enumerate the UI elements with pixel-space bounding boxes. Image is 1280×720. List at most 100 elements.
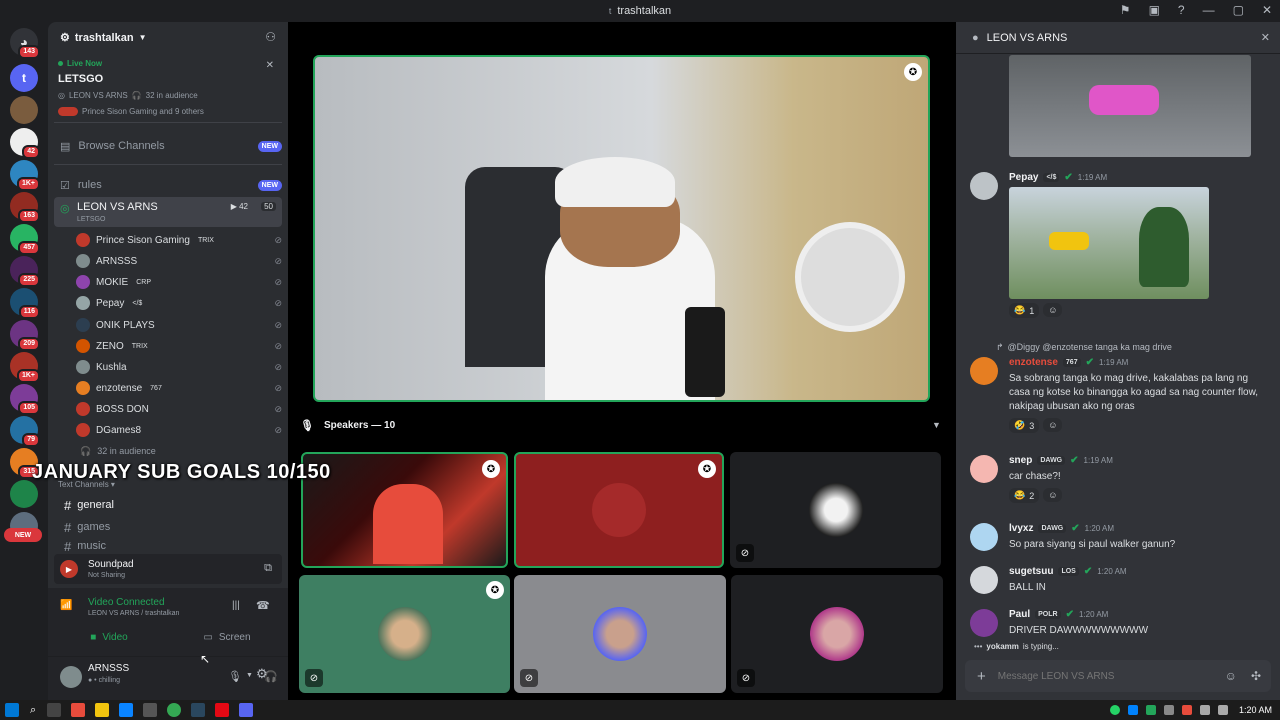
speaker-tile[interactable]: ⊘	[731, 575, 943, 693]
avatar[interactable]	[970, 523, 998, 551]
avatar[interactable]	[970, 455, 998, 483]
gif-image[interactable]	[1009, 55, 1251, 157]
add-attachment-icon[interactable]: +	[977, 668, 986, 685]
server-icon[interactable]: 42	[10, 128, 40, 159]
discord-taskbar-icon[interactable]	[239, 703, 254, 717]
voice-user[interactable]: BOSS DON ⊘	[76, 399, 282, 419]
maximize-button[interactable]: ▢	[1233, 3, 1244, 17]
add-reaction-icon[interactable]: ☺	[1043, 488, 1063, 502]
server-icon[interactable]	[10, 480, 38, 508]
media-icon[interactable]	[215, 703, 230, 717]
channel-rules[interactable]: ☑ rules NEW	[54, 176, 282, 194]
chrome-icon[interactable]	[167, 703, 182, 717]
screen-icon[interactable]: ▣	[1149, 3, 1160, 17]
voice-status[interactable]: Video Connected	[88, 597, 165, 608]
avatar[interactable]	[970, 566, 998, 594]
live-now-panel[interactable]: Live Now LETSGO ◎ LEON VS ARNS 🎧 32 in a…	[58, 59, 280, 121]
voice-user[interactable]: Kushla ⊘	[76, 357, 282, 377]
server-icon[interactable]: 209	[10, 320, 40, 351]
tray-icon[interactable]	[1181, 705, 1192, 715]
speaker-tile[interactable]: ⊘	[514, 575, 726, 693]
speaker-tile[interactable]: ✪ ⊘	[299, 575, 510, 693]
new-badge[interactable]: NEW	[4, 528, 42, 542]
voice-user[interactable]: ZENO TRIX ⊘	[76, 336, 282, 356]
message-input[interactable]	[997, 670, 1225, 682]
server-trashtalkan[interactable]: t	[10, 64, 38, 92]
add-reaction-icon[interactable]: ☺	[1043, 418, 1063, 432]
voice-user[interactable]: ARNSSS ⊘	[76, 251, 282, 271]
store-icon[interactable]	[143, 703, 158, 717]
server-header[interactable]: ⚙ trashtalkan ▼	[60, 31, 147, 45]
avatar[interactable]	[970, 357, 998, 385]
whatsapp-icon[interactable]	[1109, 705, 1120, 715]
noise-suppression-icon[interactable]: |||	[232, 600, 240, 611]
steam-icon[interactable]	[191, 703, 206, 717]
task-view-icon[interactable]	[47, 703, 62, 717]
browse-channels[interactable]: ▤ Browse Channels NEW	[54, 137, 282, 155]
screen-button[interactable]: ▭ Screen	[172, 626, 282, 648]
chevron-down-icon[interactable]: ▼	[932, 420, 941, 430]
minimize-button[interactable]: —	[1203, 3, 1215, 17]
disconnect-icon[interactable]: ☎	[256, 599, 270, 612]
pin-icon[interactable]: ✪	[698, 460, 716, 478]
home-button[interactable]: ◕ 143	[10, 28, 40, 59]
voice-user[interactable]: MOKIE CRP ⊘	[76, 272, 282, 292]
author-name[interactable]: lvyxz	[1009, 523, 1033, 534]
server-icon[interactable]	[10, 96, 38, 124]
bluetooth-icon[interactable]	[1127, 705, 1138, 715]
add-reaction-icon[interactable]: ☺	[1043, 303, 1063, 317]
author-name[interactable]: snep	[1009, 455, 1032, 466]
outlook-icon[interactable]	[119, 703, 134, 717]
reaction-button[interactable]: 🤣 3	[1009, 418, 1040, 433]
microphone-icon[interactable]: 🎙	[228, 670, 242, 683]
server-icon[interactable]: 105	[10, 384, 40, 415]
avatar[interactable]	[60, 666, 82, 688]
channel-music[interactable]: # music	[54, 541, 282, 551]
inbox-icon[interactable]: ⚑	[1120, 3, 1131, 17]
pin-icon[interactable]: ✪	[482, 460, 500, 478]
audience-row[interactable]: 🎧 32 in audience	[80, 446, 156, 457]
server-icon[interactable]: 79	[10, 416, 40, 447]
windows-start-icon[interactable]	[5, 703, 19, 717]
voice-location[interactable]: LEON VS ARNS / trashtalkan	[88, 610, 179, 617]
my-status[interactable]: ● • chilling	[88, 677, 120, 684]
reaction-button[interactable]: 😂 2	[1009, 488, 1040, 503]
close-icon[interactable]: ✕	[1261, 31, 1270, 44]
author-name[interactable]: Pepay	[1009, 172, 1038, 183]
copilot-icon[interactable]	[71, 703, 86, 717]
avatar[interactable]	[970, 609, 998, 637]
stage-channel-selected[interactable]: ◎ LEON VS ARNS LETSGO ▶ 42 50	[54, 197, 282, 227]
close-icon[interactable]: ✕	[266, 60, 274, 71]
reply-context[interactable]: ↱ @Diggy @enzotense tanga ka mag drive	[996, 342, 1172, 353]
channel-games[interactable]: # games	[54, 519, 282, 535]
server-icon[interactable]: 1K+	[10, 160, 40, 191]
server-icon[interactable]: 163	[10, 192, 40, 223]
volume-icon[interactable]	[1217, 705, 1228, 715]
author-name[interactable]: enzotense	[1009, 357, 1058, 368]
speaker-tile[interactable]: ⊘	[730, 452, 941, 568]
author-name[interactable]: Paul	[1009, 609, 1030, 620]
server-icon[interactable]: 1K+	[10, 352, 40, 383]
apps-icon[interactable]: ✣	[1251, 669, 1261, 683]
clock[interactable]: 1:20 AM	[1239, 705, 1272, 715]
voice-user[interactable]: DGames8 ⊘	[76, 420, 282, 440]
speaker-tile[interactable]: ✪	[301, 452, 508, 568]
tray-icon[interactable]	[1145, 705, 1156, 715]
settings-gear-icon[interactable]: ⚙	[256, 666, 268, 682]
close-button[interactable]: ✕	[1262, 3, 1272, 17]
main-video-tile[interactable]: ✪	[313, 55, 930, 402]
file-explorer-icon[interactable]	[95, 703, 110, 717]
share-icon[interactable]: ⧉	[264, 562, 272, 575]
emoji-icon[interactable]: ☺	[1225, 669, 1237, 683]
tray-icon[interactable]	[1163, 705, 1174, 715]
voice-user[interactable]: enzotense 767 ⊘	[76, 378, 282, 398]
my-username[interactable]: ARNSSS	[88, 663, 129, 674]
channel-general[interactable]: # general	[54, 497, 282, 513]
pin-icon[interactable]: ✪	[486, 581, 504, 599]
voice-user[interactable]: Prince Sison Gaming TRIX ⊘	[76, 230, 282, 250]
gif-image[interactable]	[1009, 187, 1209, 299]
speaker-tile[interactable]: ✪	[514, 452, 724, 568]
reaction-button[interactable]: 😂 1	[1009, 303, 1040, 318]
voice-user[interactable]: ONIK PLAYS ⊘	[76, 315, 282, 335]
wifi-icon[interactable]	[1199, 705, 1210, 715]
